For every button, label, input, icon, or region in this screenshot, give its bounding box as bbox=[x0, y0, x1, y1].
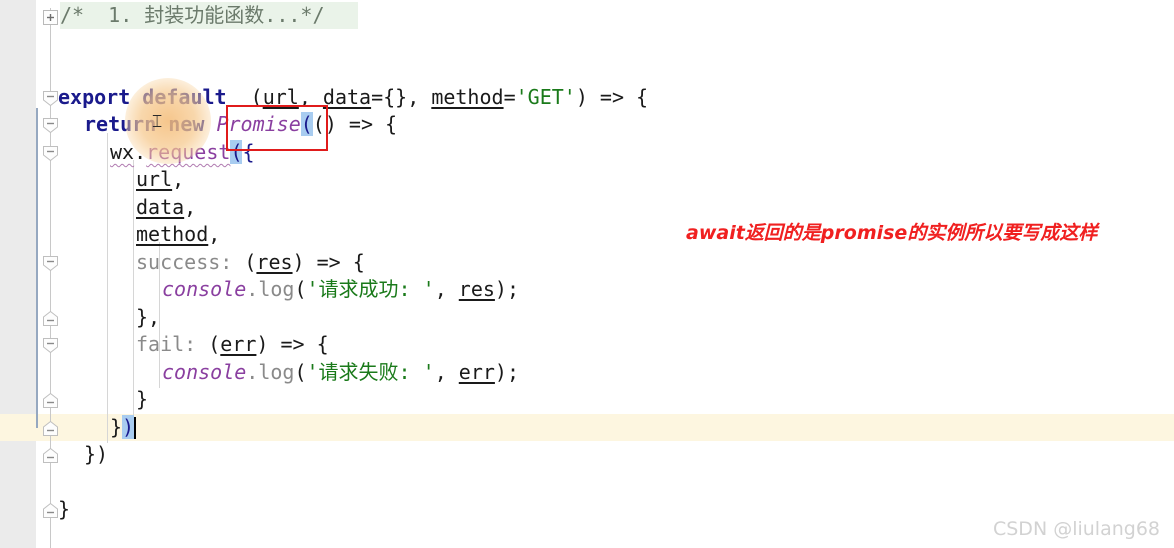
text-caret bbox=[134, 417, 136, 439]
code-line[interactable]: } bbox=[0, 386, 1174, 413]
code-line[interactable]: success: (res) => { bbox=[0, 249, 1174, 276]
code-line[interactable] bbox=[0, 29, 1174, 56]
fold-toggle-close-icon[interactable] bbox=[42, 447, 59, 464]
code-token: ) => { bbox=[575, 85, 649, 109]
code-token: console bbox=[162, 360, 247, 384]
code-token: ( bbox=[208, 332, 221, 356]
code-token: method bbox=[431, 85, 504, 109]
code-token: request bbox=[146, 140, 231, 164]
code-editor[interactable]: /* 1. 封装功能函数...*/export default (url, da… bbox=[0, 0, 1174, 548]
code-token: ) => { bbox=[256, 332, 329, 356]
code-token: ( bbox=[294, 277, 307, 301]
code-token: ={}, bbox=[371, 85, 432, 109]
code-token: } bbox=[110, 415, 123, 439]
fold-toggle-open-icon[interactable] bbox=[42, 90, 59, 107]
fold-toggle-close-icon[interactable] bbox=[42, 310, 59, 327]
code-token: { bbox=[242, 140, 255, 164]
code-line[interactable]: }) bbox=[0, 414, 1174, 441]
code-token: url bbox=[262, 85, 299, 109]
code-token: } bbox=[58, 497, 71, 521]
code-line[interactable] bbox=[0, 56, 1174, 83]
code-token: method bbox=[136, 222, 209, 246]
code-token: , bbox=[298, 85, 323, 109]
code-line[interactable]: return new Promise(() => { bbox=[0, 111, 1174, 138]
code-token: Promise bbox=[216, 112, 301, 136]
code-token: '请求失败: ' bbox=[306, 360, 435, 384]
fold-toggle-plus-icon[interactable] bbox=[42, 9, 59, 26]
code-token: res bbox=[256, 250, 293, 274]
code-token: . bbox=[134, 140, 147, 164]
code-token: ( bbox=[230, 140, 243, 164]
code-line[interactable]: data, bbox=[0, 194, 1174, 221]
code-token: , bbox=[434, 360, 459, 384]
code-token: 'GET' bbox=[515, 85, 576, 109]
code-token: return new bbox=[84, 112, 217, 136]
code-line[interactable] bbox=[0, 469, 1174, 496]
code-token: }, bbox=[136, 305, 161, 329]
watermark-label: CSDN @liulang68 bbox=[992, 518, 1160, 540]
code-token: fail: bbox=[136, 332, 209, 356]
code-text-area[interactable]: /* 1. 封装功能函数...*/export default (url, da… bbox=[0, 0, 1174, 548]
code-token: ); bbox=[494, 277, 519, 301]
code-token: err bbox=[220, 332, 257, 356]
code-line[interactable]: console.log('请求失败: ', err); bbox=[0, 359, 1174, 386]
code-token: ) bbox=[122, 415, 135, 439]
fold-toggle-open-icon[interactable] bbox=[42, 337, 59, 354]
code-line[interactable]: fail: (err) => { bbox=[0, 331, 1174, 358]
code-token: , bbox=[172, 167, 185, 191]
code-line[interactable]: export default (url, data={}, method='GE… bbox=[0, 84, 1174, 111]
code-token: err bbox=[458, 360, 495, 384]
code-line[interactable]: /* 1. 封装功能函数...*/ bbox=[0, 2, 1174, 29]
fold-toggle-close-icon[interactable] bbox=[42, 392, 59, 409]
code-token: success: bbox=[136, 250, 245, 274]
mouse-ibeam-cursor: ⌶ bbox=[152, 112, 163, 132]
code-line[interactable]: console.log('请求成功: ', res); bbox=[0, 276, 1174, 303]
code-token: ); bbox=[494, 360, 519, 384]
code-line[interactable]: }, bbox=[0, 304, 1174, 331]
annotation-note-text: await返回的是promise的实例所以要写成这样 bbox=[686, 222, 1098, 244]
code-token: = bbox=[503, 85, 516, 109]
code-token: /* 1. 封装功能函数...*/ bbox=[60, 3, 325, 27]
code-token: ( bbox=[300, 112, 313, 136]
code-token: }) bbox=[84, 442, 109, 466]
code-token: , bbox=[184, 195, 197, 219]
code-token: , bbox=[208, 222, 221, 246]
code-token: () => { bbox=[312, 112, 398, 136]
code-token: data bbox=[136, 195, 185, 219]
fold-toggle-open-icon[interactable] bbox=[42, 117, 59, 134]
code-line[interactable]: }) bbox=[0, 441, 1174, 468]
fold-toggle-open-icon[interactable] bbox=[42, 145, 59, 162]
code-token: } bbox=[136, 387, 149, 411]
fold-toggle-open-icon[interactable] bbox=[42, 255, 59, 272]
code-token: .log bbox=[246, 360, 295, 384]
fold-toggle-close-icon[interactable] bbox=[42, 502, 59, 519]
code-token: ( bbox=[226, 85, 263, 109]
code-token: console bbox=[162, 277, 247, 301]
code-token: res bbox=[458, 277, 495, 301]
code-token: '请求成功: ' bbox=[306, 277, 435, 301]
code-token: ) => { bbox=[292, 250, 365, 274]
code-token: export default bbox=[58, 85, 227, 109]
code-line[interactable]: url, bbox=[0, 166, 1174, 193]
code-token: url bbox=[136, 167, 173, 191]
code-token: ( bbox=[244, 250, 257, 274]
code-line[interactable]: wx.request({ bbox=[0, 139, 1174, 166]
code-token: , bbox=[434, 277, 459, 301]
code-token: data bbox=[322, 85, 372, 109]
gutter-edge-marker bbox=[36, 108, 38, 428]
code-token: .log bbox=[246, 277, 295, 301]
fold-toggle-close-icon[interactable] bbox=[42, 420, 59, 437]
code-token: ( bbox=[294, 360, 307, 384]
code-token: wx bbox=[110, 140, 135, 164]
